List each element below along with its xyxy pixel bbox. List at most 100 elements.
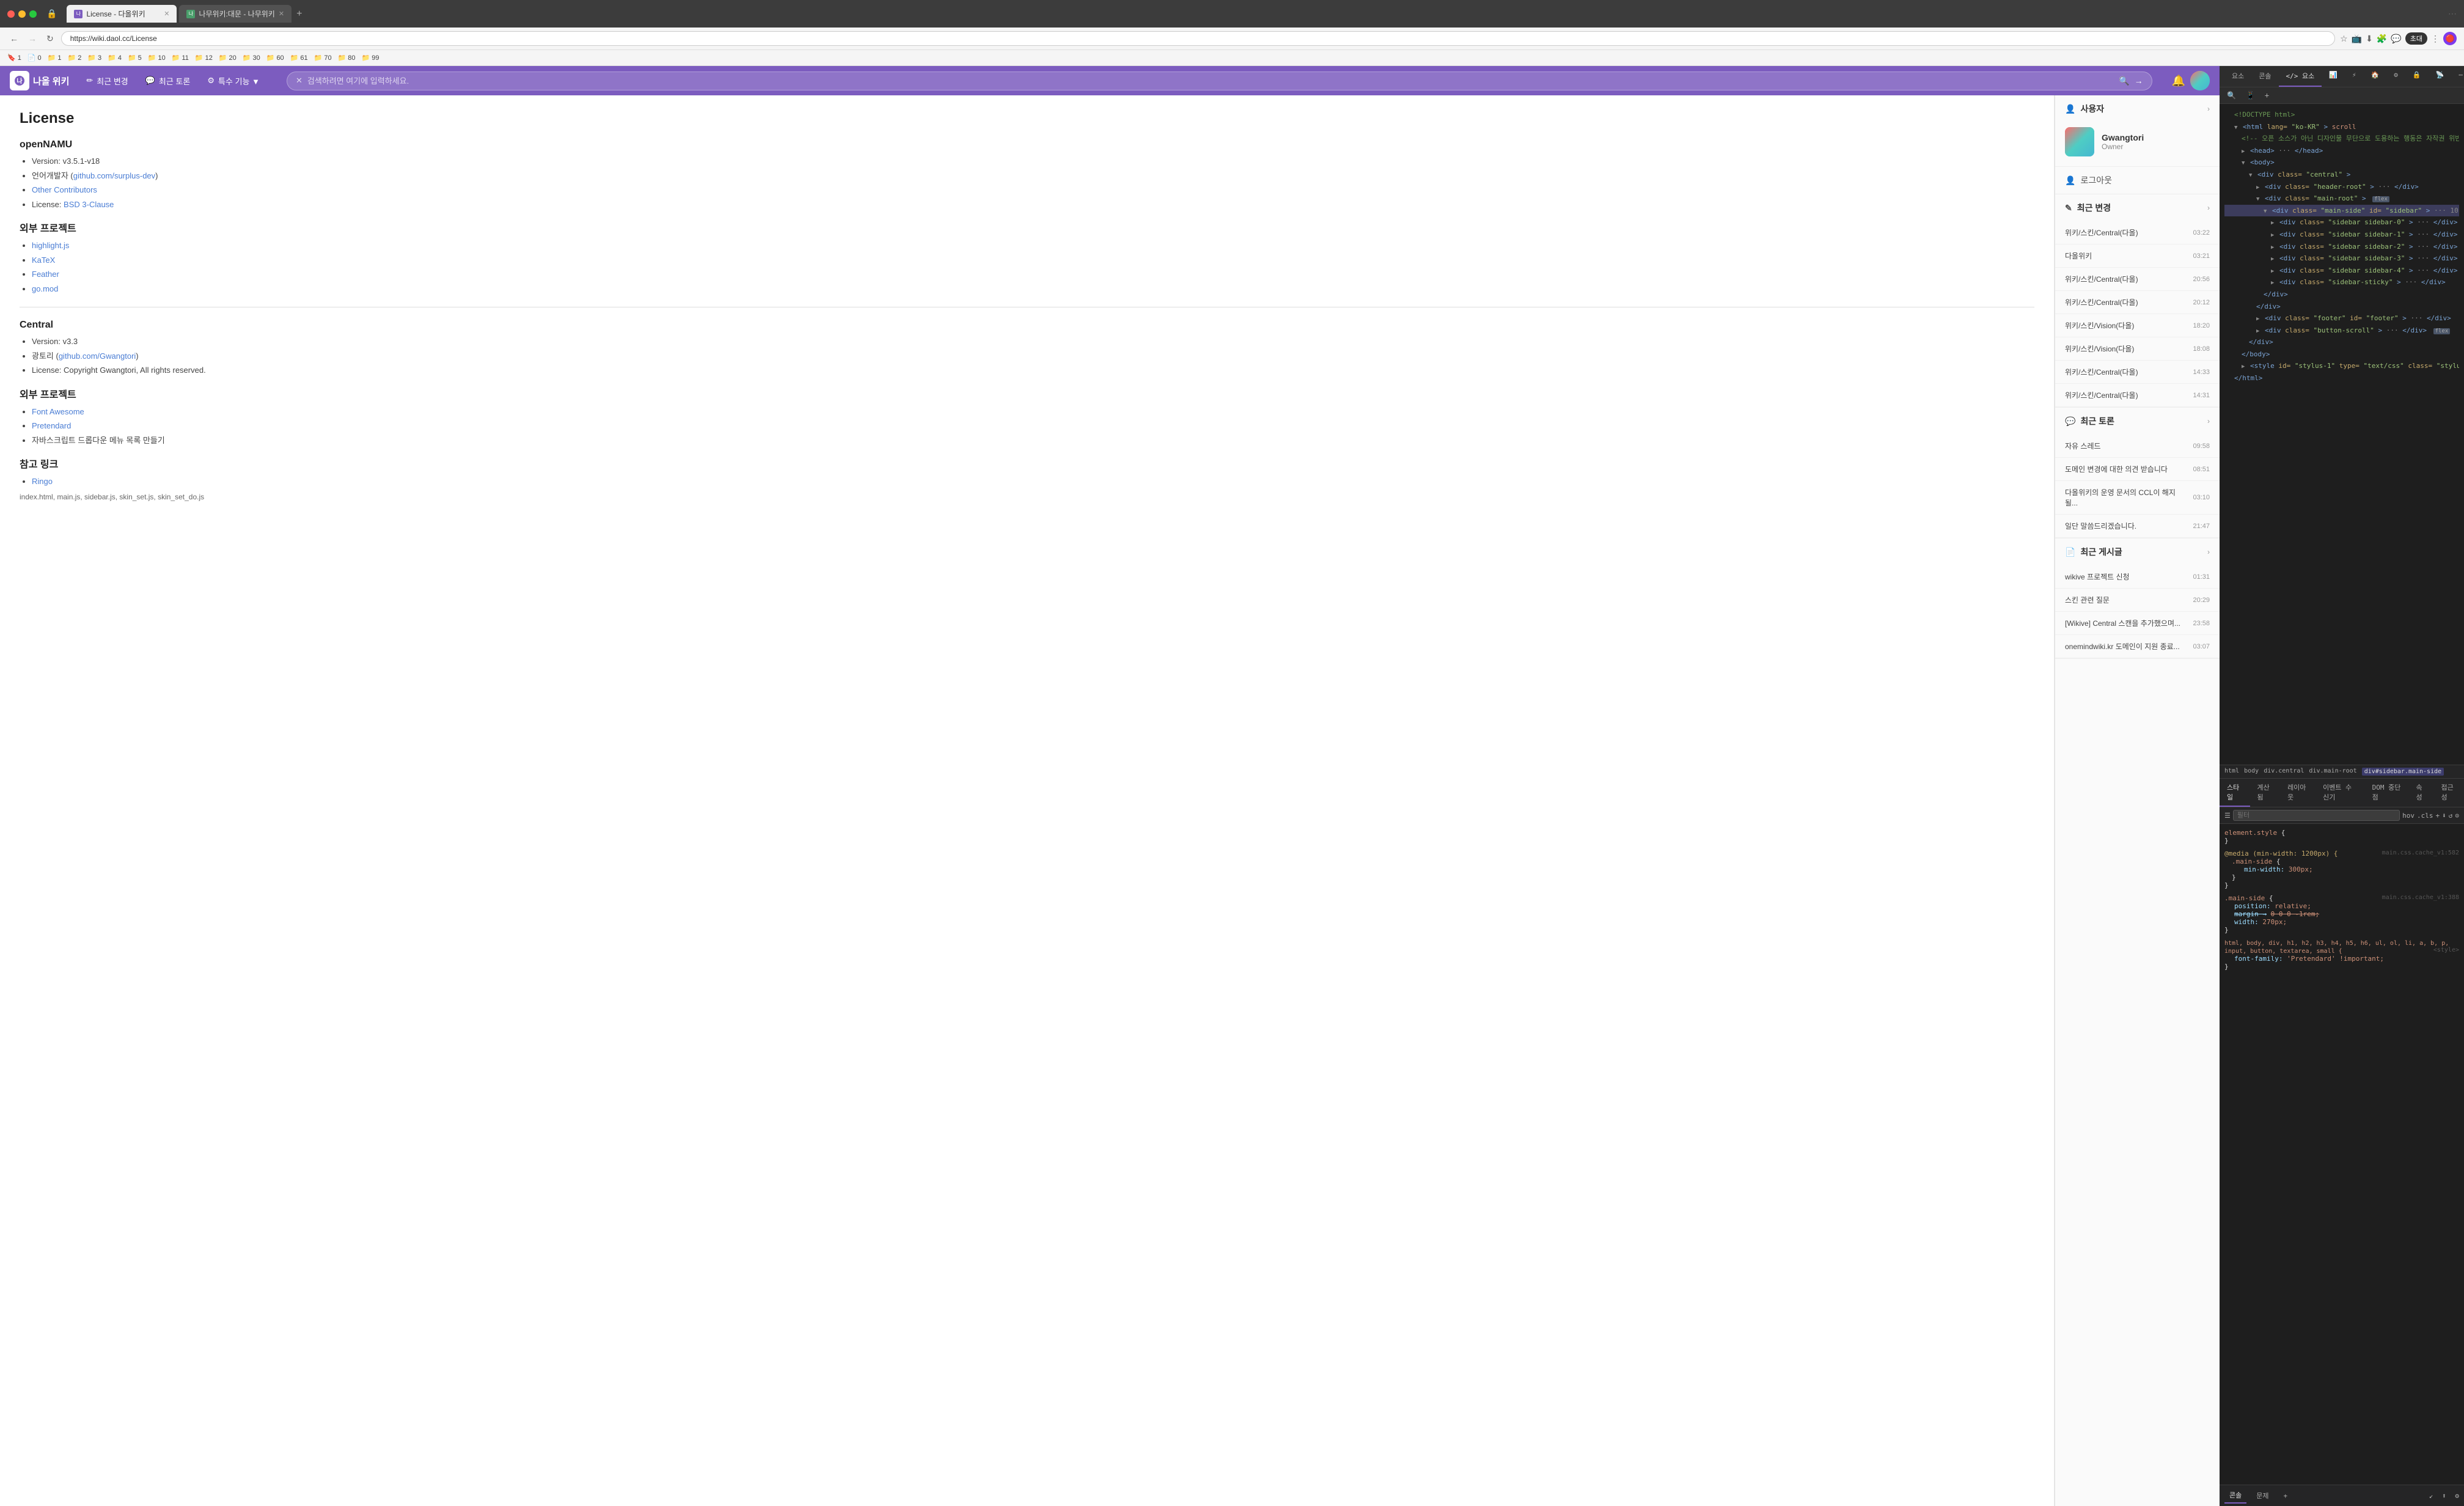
bookmark-folder-70[interactable]: 📁70 [314, 54, 332, 62]
bookmark-folder-11[interactable]: 📁11 [172, 54, 189, 62]
css-tab-computed[interactable]: 계산됨 [2250, 779, 2281, 807]
css-tab-layout[interactable]: 레이아웃 [2280, 779, 2316, 807]
breadcrumb-div-sidebar[interactable]: div#sidebar.main-side [2362, 768, 2444, 776]
refresh-button[interactable]: ↻ [44, 32, 56, 45]
list-item[interactable]: 일단 말씀드리겠습니다. 21:47 [2055, 515, 2220, 538]
list-item[interactable]: onemindwiki.kr 도메인이 지원 종료... 03:07 [2055, 635, 2220, 658]
devtools-tab-application[interactable]: ⚙ [2386, 66, 2405, 87]
breadcrumb-body[interactable]: body [2244, 768, 2259, 776]
license-link[interactable]: BSD 3-Clause [64, 200, 114, 209]
hover-state-toggle[interactable]: hov [2402, 812, 2414, 820]
bookmark-0[interactable]: 📄0 [28, 54, 42, 62]
list-item[interactable]: 위키/스킨/Central(다올) 14:31 [2055, 384, 2220, 407]
tree-sidebar-2[interactable]: ▶ <div class= "sidebar sidebar-2" > ··· … [2224, 241, 2459, 253]
maximize-button[interactable] [29, 10, 37, 18]
devtools-tab-more[interactable]: ⋯ [2451, 66, 2464, 87]
tree-div-central[interactable]: ▼ <div class= "central" > [2224, 169, 2459, 181]
html-tree[interactable]: <!DOCTYPE html> ▼ <html lang= "ko-KR" > … [2220, 104, 2464, 765]
nav-recent-discussion[interactable]: 💬 최근 토론 [138, 70, 198, 92]
devtools-tab-lighthouse[interactable]: 📡 [2429, 66, 2452, 87]
breadcrumb-div-main-root[interactable]: div.main-root [2309, 768, 2356, 776]
gomod-link[interactable]: go.mod [32, 284, 58, 293]
feather-link[interactable]: Feather [32, 270, 59, 279]
css-property-min-width[interactable]: min-width: 300px; [2224, 865, 2459, 873]
tree-button-scroll[interactable]: ▶ <div class= "button-scroll" > ··· </di… [2224, 325, 2459, 337]
bookmark-folder-1[interactable]: 📁1 [48, 54, 62, 62]
search-input[interactable] [307, 76, 2114, 86]
tree-close-body[interactable]: </body> [2224, 348, 2459, 361]
class-toggle[interactable]: .cls [2417, 812, 2433, 820]
ringo-link[interactable]: Ringo [32, 477, 53, 486]
sidebar-recent-discussions-header[interactable]: 💬 최근 토론 › [2055, 408, 2220, 435]
tree-sidebar-0[interactable]: ▶ <div class= "sidebar sidebar-0" > ··· … [2224, 216, 2459, 229]
bookmark-folder-5[interactable]: 📁5 [128, 54, 142, 62]
devtools-tab-elements[interactable]: 요소 [2224, 66, 2251, 87]
gwangtori-link[interactable]: github.com/Gwangtori [59, 351, 136, 361]
gear-icon[interactable]: ⚙ [2455, 1492, 2459, 1500]
tree-head[interactable]: ▶ <head> ··· </head> [2224, 145, 2459, 157]
upgrade-button[interactable]: 초대 [2405, 32, 2427, 45]
css-tab-styles[interactable]: 스타일 [2220, 779, 2250, 807]
contributors-link[interactable]: Other Contributors [32, 185, 97, 194]
nav-recent-changes[interactable]: ✏ 최근 변경 [79, 70, 135, 92]
pretendard-link[interactable]: Pretendard [32, 421, 71, 430]
devtools-bottom-tab-add[interactable]: + [2279, 1489, 2293, 1502]
copy-styles-icon[interactable]: ⊙ [2455, 812, 2459, 820]
bookmark-folder-80[interactable]: 📁80 [338, 54, 356, 62]
tree-div-main[interactable]: ▼ <div class= "main-root" > flex [2224, 193, 2459, 205]
extensions-icon[interactable]: 🧩 [2377, 34, 2387, 44]
bookmark-folder-4[interactable]: 📁4 [108, 54, 122, 62]
bookmark-folder-2[interactable]: 📁2 [67, 54, 81, 62]
wiki-logo[interactable]: 나 나올 위키 [10, 71, 69, 90]
devtools-tab-sources[interactable]: </> 요소 [2279, 66, 2322, 87]
tree-close-main[interactable]: </div> [2224, 301, 2459, 313]
devtools-tab-memory[interactable]: 🏠 [2364, 66, 2387, 87]
close-devtools-icon[interactable]: ↙ [2429, 1492, 2433, 1500]
bookmark-folder-60[interactable]: 📁60 [266, 54, 284, 62]
account-icon[interactable]: 💬 [2391, 34, 2401, 44]
highlight-link[interactable]: highlight.js [32, 241, 69, 250]
css-filter-input[interactable] [2233, 810, 2400, 821]
new-tab-button[interactable]: + [296, 9, 302, 20]
list-item[interactable]: 스킨 관련 질문 20:29 [2055, 589, 2220, 612]
surplus-dev-link[interactable]: github.com/surplus-dev [73, 171, 155, 180]
download-icon[interactable]: ⬇ [2366, 34, 2373, 44]
list-item[interactable]: 다올위키 03:21 [2055, 244, 2220, 268]
devtools-tab-console[interactable]: 콘솔 [2251, 66, 2278, 87]
bookmark-folder-3[interactable]: 📁3 [87, 54, 101, 62]
css-tab-dom-breakpoints[interactable]: DOM 중단점 [2365, 779, 2409, 807]
close-button[interactable] [7, 10, 15, 18]
sidebar-recent-posts-header[interactable]: 📄 최근 게시글 › [2055, 538, 2220, 565]
settings-icon[interactable]: ⋮ [2431, 34, 2440, 44]
address-input[interactable]: https://wiki.daol.cc/License [61, 31, 2335, 46]
cast-icon[interactable]: 📺 [2352, 34, 2362, 44]
more-menu-icon[interactable]: ⋯ [2448, 9, 2457, 19]
list-item[interactable]: 위키/스킨/Vision(다올) 18:20 [2055, 314, 2220, 337]
devtools-settings-icon[interactable]: ↙ ⬆ ⚙ [2429, 1492, 2459, 1500]
forward-button[interactable]: → [26, 32, 39, 45]
list-item[interactable]: 위키/스킨/Central(다올) 20:12 [2055, 291, 2220, 314]
search-arrow-icon[interactable]: → [2135, 76, 2143, 86]
list-item[interactable]: 위키/스킨/Vision(다올) 18:08 [2055, 337, 2220, 361]
minimize-button[interactable] [18, 10, 26, 18]
tree-close-sidebar[interactable]: </div> [2224, 288, 2459, 301]
list-item[interactable]: 다올위키의 운영 문서의 CCL이 해지될... 03:10 [2055, 481, 2220, 515]
devtools-tab-security[interactable]: 🔒 [2405, 66, 2429, 87]
list-item[interactable]: [Wikive] Central 스캔을 추가했으며... 23:58 [2055, 612, 2220, 635]
font-awesome-link[interactable]: Font Awesome [32, 407, 84, 416]
search-icon[interactable]: 🔍 [2119, 76, 2129, 86]
back-button[interactable]: ← [7, 32, 21, 45]
bookmark-folder-99[interactable]: 📁99 [362, 54, 380, 62]
list-item[interactable]: wikive 프로젝트 신청 01:31 [2055, 565, 2220, 589]
add-rule-button[interactable]: + [2436, 812, 2440, 820]
plus-icon[interactable]: + [2262, 90, 2272, 101]
sidebar-user-header[interactable]: 👤 사용자 › [2055, 95, 2220, 122]
star-icon[interactable]: ☆ [2340, 34, 2348, 44]
bookmark-1[interactable]: 🔖1 [7, 54, 21, 62]
refresh-styles-icon[interactable]: ↺ [2449, 812, 2453, 820]
breadcrumb-html[interactable]: html [2224, 768, 2239, 776]
profile-button[interactable]: 🔴 [2443, 32, 2457, 45]
css-tab-properties[interactable]: 속성 [2408, 779, 2433, 807]
list-item[interactable]: 자유 스레드 09:58 [2055, 435, 2220, 458]
tree-sidebar-4[interactable]: ▶ <div class= "sidebar sidebar-4" > ··· … [2224, 265, 2459, 277]
